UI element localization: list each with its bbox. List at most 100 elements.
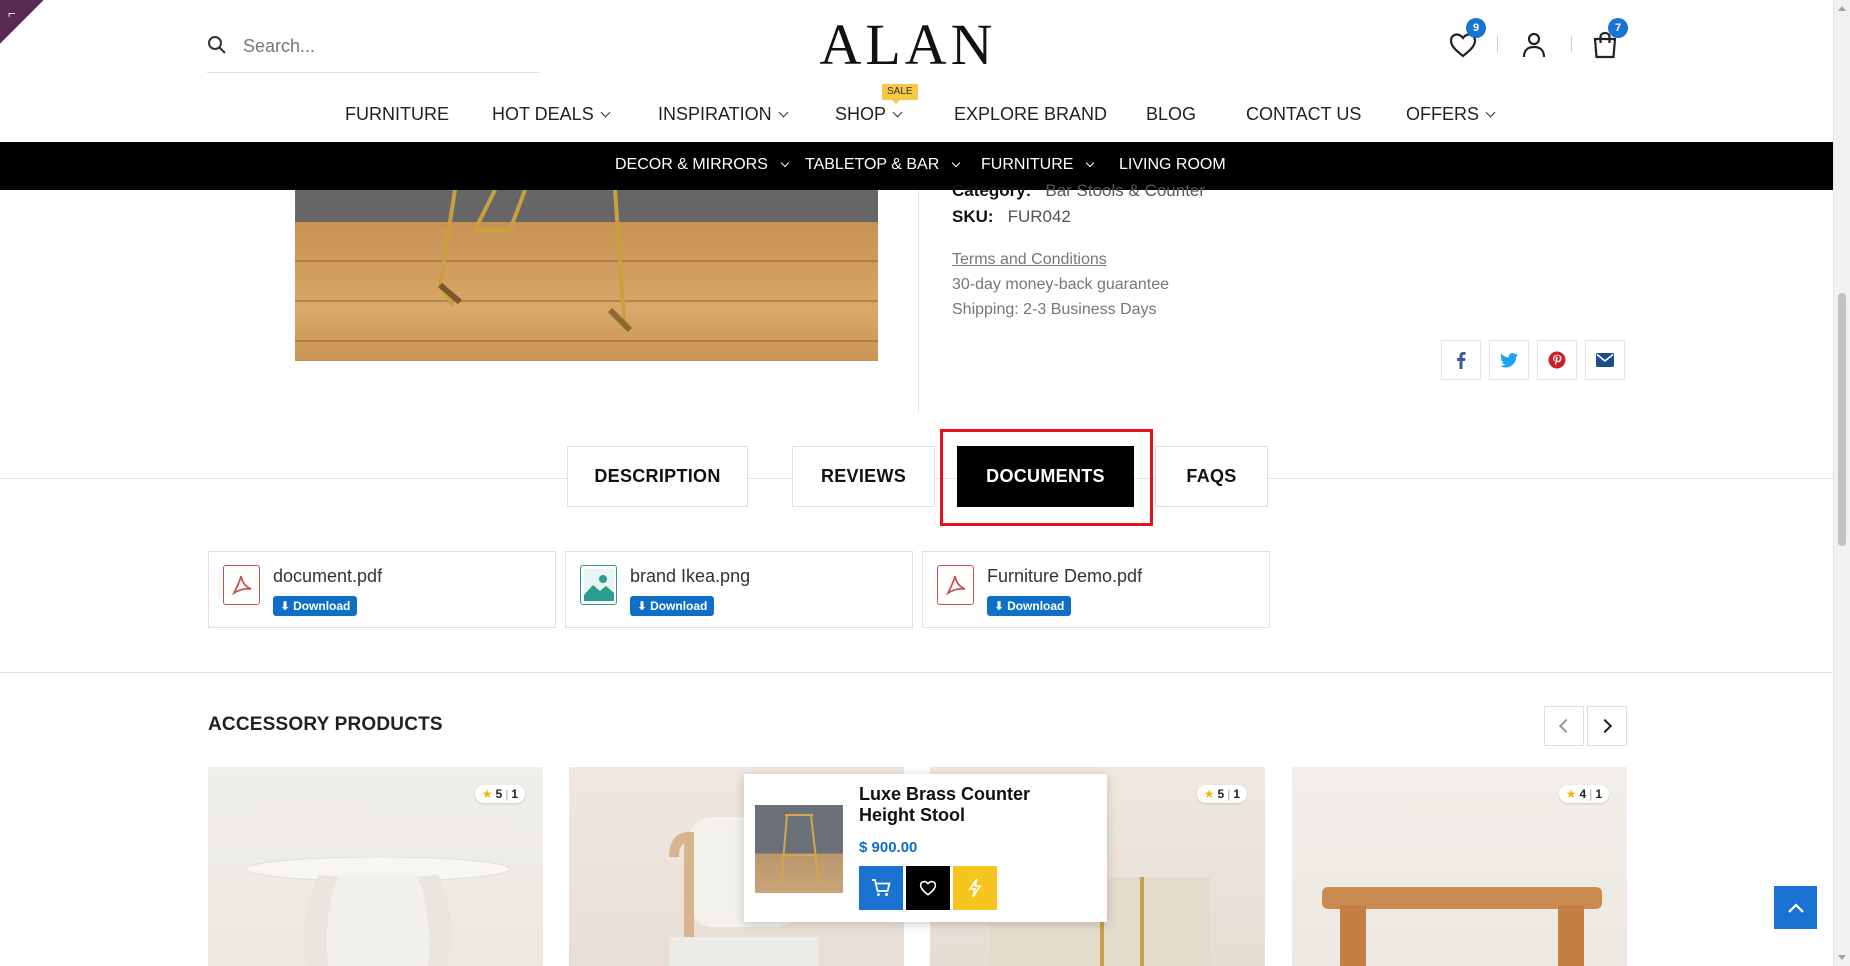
pdf-file-icon [223,565,260,605]
product-card-image [1322,887,1602,966]
stool-thumbnail-image [780,814,820,886]
category-item-tabletop-bar[interactable]: TABLETOP & BAR [805,156,961,174]
buy-now-button[interactable] [953,866,997,910]
star-icon: ★ [1565,787,1577,801]
rating-value: 5 [495,787,503,801]
nav-item-label: SHOP [835,104,887,124]
rating-badge: ★ 5 | 1 [474,785,525,803]
review-count: 1 [511,787,518,801]
tab-faqs[interactable]: FAQS [1155,446,1268,507]
email-icon [1596,353,1614,367]
rating-badge: ★ 4 | 1 [1558,785,1609,803]
category-item-furniture[interactable]: FURNITURE [981,156,1095,174]
nav-item-offers[interactable]: OFFERS [1406,104,1496,125]
nav-item-blog[interactable]: BLOG [1146,104,1196,125]
back-to-top-button[interactable] [1774,886,1817,929]
popup-product-thumbnail[interactable] [755,805,843,893]
product-image [295,190,878,361]
nav-item-furniture[interactable]: FURNITURE [345,104,449,125]
nav-item-shop[interactable]: SHOP [835,104,903,125]
search-bar[interactable] [207,24,539,73]
search-input[interactable] [243,30,523,62]
scroll-down-arrow-icon[interactable] [1838,955,1846,960]
nav-item-label: EXPLORE BRAND [954,104,1108,124]
cart-button[interactable]: 7 [1588,18,1628,62]
account-button[interactable] [1517,28,1551,62]
floor-plank-line [295,340,878,342]
document-name[interactable]: Furniture Demo.pdf [987,566,1142,587]
nav-item-inspiration[interactable]: INSPIRATION [658,104,789,125]
review-count: 1 [1233,787,1240,801]
chevron-left-icon [1558,718,1574,734]
accessory-products-title: ACCESSORY PRODUCTS [208,714,443,735]
chevron-down-icon [600,107,611,118]
download-icon: ⬇ [637,599,648,613]
product-sku: SKU: FUR042 [952,207,1071,227]
nav-item-contact-us[interactable]: CONTACT US [1246,104,1361,125]
user-icon [1522,32,1546,58]
nav-item-explore-brand[interactable]: EXPLORE BRAND [954,104,1107,125]
rating-value: 4 [1579,787,1587,801]
chevron-up-icon [1787,902,1804,913]
category-value[interactable]: Bar Stools & Counter [1045,181,1205,200]
page-scrollbar[interactable] [1833,0,1850,966]
category-item-label: LIVING ROOM [1119,156,1226,173]
download-label: Download [650,599,708,613]
rating-value: 5 [1217,787,1225,801]
cart-count-badge: 7 [1608,18,1628,38]
chevron-down-icon [780,158,790,168]
product-card[interactable]: ★ 4 | 1 [1292,767,1627,966]
document-name[interactable]: brand Ikea.png [630,566,750,587]
chevron-down-icon [1086,158,1095,168]
scroll-up-arrow-icon[interactable] [1838,6,1846,11]
tab-description[interactable]: DESCRIPTION [567,446,748,507]
nav-item-hot-deals[interactable]: HOT DEALS [492,104,611,125]
pinterest-icon [1548,351,1566,369]
heart-icon [919,880,937,896]
cart-icon [872,879,891,896]
review-count: 1 [1595,787,1602,801]
nav-item-label: CONTACT US [1246,104,1362,124]
scrollbar-thumb[interactable] [1838,293,1846,546]
chevron-down-icon [952,158,961,168]
carousel-prev-button[interactable] [1544,706,1584,746]
chevron-down-icon [778,107,789,118]
category-item-decor-mirrors[interactable]: DECOR & MIRRORS [615,156,790,174]
popup-product-price: $ 900.00 [859,839,918,856]
quick-product-popup: Luxe Brass Counter Height Stool $ 900.00 [744,774,1107,922]
download-icon: ⬇ [280,599,291,613]
wishlist-button[interactable]: 9 [1446,18,1486,62]
share-pinterest-button[interactable] [1537,340,1577,380]
share-email-button[interactable] [1585,340,1625,380]
nav-item-label: OFFERS [1406,104,1480,124]
nav-item-label: FURNITURE [345,104,449,124]
category-bar: DECOR & MIRRORS TABLETOP & BAR FURNITURE… [0,142,1833,190]
rating-badge: ★ 5 | 1 [1196,785,1247,803]
star-icon: ★ [481,787,493,801]
nav-item-label: BLOG [1146,104,1197,124]
carousel-next-button[interactable] [1587,706,1627,746]
image-file-icon [580,565,617,605]
product-card[interactable]: ★ 5 | 1 [208,767,543,966]
share-facebook-button[interactable] [1441,340,1481,380]
wishlist-count-badge: 9 [1466,18,1486,38]
category-item-living-room[interactable]: LIVING ROOM [1119,156,1226,174]
nav-item-label: INSPIRATION [658,104,772,124]
add-to-wishlist-button[interactable] [906,866,950,910]
header-divider [1497,36,1498,52]
highlight-box [940,429,1153,526]
terms-link[interactable]: Terms and Conditions [952,251,1107,269]
column-divider [918,190,919,413]
document-name[interactable]: document.pdf [273,566,382,587]
pdf-file-icon [937,565,974,605]
download-button[interactable]: ⬇ Download [630,596,715,616]
popup-product-title[interactable]: Luxe Brass Counter Height Stool [859,784,1089,826]
download-button[interactable]: ⬇ Download [987,596,1072,616]
add-to-cart-button[interactable] [859,866,903,910]
tab-reviews[interactable]: REVIEWS [792,446,935,507]
brand-logo[interactable]: ALAN [808,12,1008,78]
share-twitter-button[interactable] [1489,340,1529,380]
section-divider [0,672,1833,673]
corner-ribbon: ⌐ [0,0,44,44]
download-button[interactable]: ⬇ Download [273,596,358,616]
